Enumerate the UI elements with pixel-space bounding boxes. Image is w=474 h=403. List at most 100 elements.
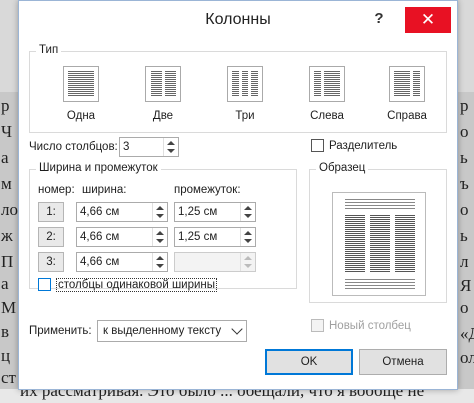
column-stripe [394,71,410,97]
new-column-label: Новый столбец [329,320,411,332]
spacing-spinner-1[interactable]: 1,25 см [174,202,256,222]
preset-left[interactable]: Слева [302,66,352,122]
doc-char: Ч [1,122,13,141]
cancel-button[interactable]: Отмена [359,349,447,375]
columns-dialog: Колонны ? ✕ Тип Одна Две Три Слева Справ… [18,0,458,390]
doc-char: р [460,96,469,115]
chevron-down-icon [231,323,243,335]
preview-column [370,215,390,273]
doc-char: о [460,122,469,141]
preset-two[interactable]: Две [138,66,188,122]
help-button[interactable]: ? [369,10,389,30]
arrow-down-icon[interactable] [156,214,164,218]
doc-char: ол [460,348,474,367]
spinner-arrows[interactable] [152,228,167,246]
doc-char: ц [1,346,11,365]
arrow-down-icon[interactable] [156,239,164,243]
column-number-3: 3: [38,252,64,272]
doc-char: ло [1,200,18,219]
column-stripe [324,71,340,97]
left-narrow-column-icon [309,66,345,102]
width-value: 4,66 см [80,231,120,243]
doc-char: П [1,252,14,271]
spacing-value: 1,25 см [178,231,218,243]
preset-one[interactable]: Одна [56,66,106,122]
arrow-up-icon[interactable] [167,141,175,145]
preview-column [345,215,365,273]
doc-char: а [1,274,9,293]
arrow-down-icon [244,264,252,268]
spacing-spinner-3 [174,252,256,272]
arrow-up-icon[interactable] [244,206,252,210]
apply-value: к выделенному тексту [103,325,222,337]
apply-label: Применить: [29,325,92,337]
arrow-up-icon [244,256,252,260]
presets-group-label: Тип [36,44,62,56]
column-number-2: 2: [38,227,64,247]
doc-char: ь [460,226,468,245]
preview-lines [345,279,415,289]
close-button[interactable]: ✕ [405,7,451,33]
spacing-spinner-2[interactable]: 1,25 см [174,227,256,247]
spinner-arrows[interactable] [240,203,255,221]
preview-column [395,215,415,273]
doc-char: ж [1,226,13,245]
spinner-arrows[interactable] [163,138,178,156]
width-spinner-3[interactable]: 4,66 см [76,252,168,272]
separator-checkbox[interactable] [311,139,324,152]
preset-label: Три [235,110,255,122]
column-stripe [251,71,259,97]
columns-count-value: 3 [123,141,130,153]
doc-char: о [460,200,469,219]
width-spinner-1[interactable]: 4,66 см [76,202,168,222]
doc-char: л [460,252,469,271]
column-stripe [232,71,239,97]
preset-right[interactable]: Справа [382,66,432,122]
preset-label: Слева [310,110,344,122]
arrow-up-icon[interactable] [244,231,252,235]
spinner-arrows [240,253,255,271]
dialog-body: Тип Одна Две Три Слева Справа Число стол… [19,39,457,389]
spinner-arrows[interactable] [240,228,255,246]
doc-char: Я [460,276,472,295]
spinner-arrows[interactable] [152,253,167,271]
arrow-down-icon[interactable] [167,149,175,153]
header-spacing: промежуток: [174,184,241,196]
column-number-1: 1: [38,202,64,222]
sample-group: Образец [309,162,447,303]
columns-count-spinner[interactable]: 3 [119,137,179,157]
apply-select[interactable]: к выделенному тексту [97,320,247,342]
presets-group: Тип Одна Две Три Слева Справа [29,44,447,133]
doc-char: ст [1,368,16,387]
new-column-checkbox [311,319,324,332]
background-document-right: р о ь ъ о ь л Я о «Д ол [458,92,474,392]
right-narrow-column-icon [389,66,425,102]
doc-bottom-line: их рассматривая. Это было ... обещали, ч… [20,389,425,400]
equal-width-checkbox[interactable] [38,278,51,291]
ok-button[interactable]: OK [265,349,353,375]
arrow-up-icon[interactable] [156,206,164,210]
arrow-up-icon[interactable] [156,256,164,260]
arrow-up-icon[interactable] [156,231,164,235]
preset-label: Справа [387,110,427,122]
columns-count-label: Число столбцов: [29,141,118,153]
header-number: номер: [38,184,75,196]
arrow-down-icon[interactable] [244,214,252,218]
doc-char: в [1,322,10,341]
spinner-arrows[interactable] [152,203,167,221]
column-stripe [413,71,420,97]
doc-char: «Д [460,324,474,343]
column-stripe [241,71,249,97]
preset-three[interactable]: Три [220,66,270,122]
dialog-titlebar[interactable]: Колонны ? ✕ [19,1,457,39]
dialog-title: Колонны [205,11,271,28]
doc-char: а [1,148,9,167]
preset-label: Одна [66,110,96,122]
arrow-down-icon[interactable] [244,239,252,243]
spacing-value: 1,25 см [178,206,218,218]
preview-lines [345,199,415,209]
width-spinner-2[interactable]: 4,66 см [76,227,168,247]
arrow-down-icon[interactable] [156,264,164,268]
doc-char: м [1,174,12,193]
column-stripe [164,71,176,97]
